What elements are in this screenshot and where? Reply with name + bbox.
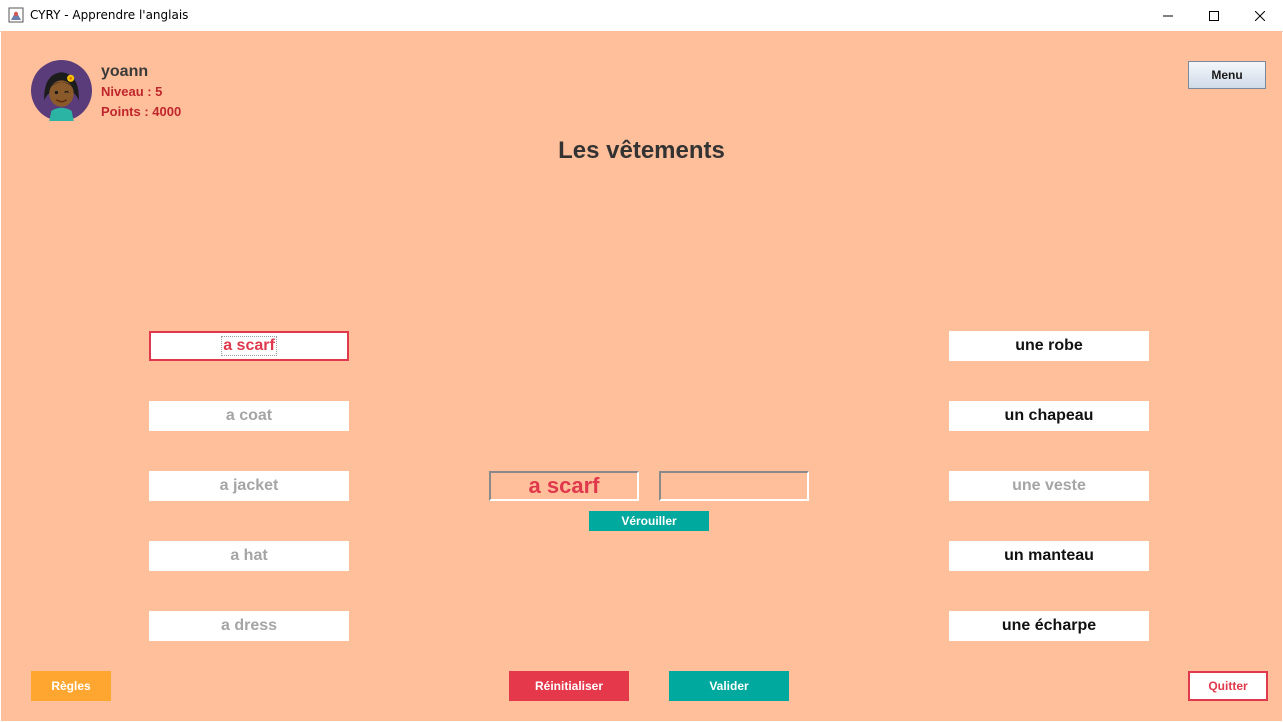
user-name: yoann: [101, 63, 149, 80]
english-word-label: a scarf: [221, 336, 277, 356]
validate-button[interactable]: Valider: [669, 671, 789, 701]
french-answer-slot[interactable]: [659, 471, 809, 501]
minimize-icon[interactable]: [1145, 0, 1191, 31]
close-icon[interactable]: [1237, 0, 1283, 31]
page-title: Les vêtements: [558, 137, 725, 164]
english-word-a-hat[interactable]: a hat: [149, 541, 349, 571]
window-titlebar: CYRY - Apprendre l'anglais: [0, 0, 1283, 32]
user-level: Niveau : 5: [101, 84, 163, 99]
english-word-a-coat[interactable]: a coat: [149, 401, 349, 431]
rules-button[interactable]: Règles: [31, 671, 111, 701]
english-word-a-jacket[interactable]: a jacket: [149, 471, 349, 501]
french-word-un-manteau[interactable]: un manteau: [949, 541, 1149, 571]
french-word-une-veste[interactable]: une veste: [949, 471, 1149, 501]
user-points: Points : 4000: [101, 104, 182, 119]
english-word-a-dress[interactable]: a dress: [149, 611, 349, 641]
french-word-une-robe[interactable]: une robe: [949, 331, 1149, 361]
english-answer-slot[interactable]: a scarf: [489, 471, 639, 501]
french-word-un-chapeau[interactable]: un chapeau: [949, 401, 1149, 431]
maximize-icon[interactable]: [1191, 0, 1237, 31]
game-panel: yoann Niveau : 5 Points : 4000 Menu Les …: [1, 31, 1282, 721]
english-word-a-scarf[interactable]: a scarf: [149, 331, 349, 361]
quit-button[interactable]: Quitter: [1188, 671, 1268, 701]
french-word-une-echarpe[interactable]: une écharpe: [949, 611, 1149, 641]
app-icon: [8, 7, 24, 23]
lock-button[interactable]: Vérouiller: [589, 511, 709, 531]
reset-button[interactable]: Réinitialiser: [509, 671, 629, 701]
menu-button[interactable]: Menu: [1188, 61, 1266, 89]
window-title: CYRY - Apprendre l'anglais: [30, 8, 189, 22]
avatar: [31, 60, 92, 121]
